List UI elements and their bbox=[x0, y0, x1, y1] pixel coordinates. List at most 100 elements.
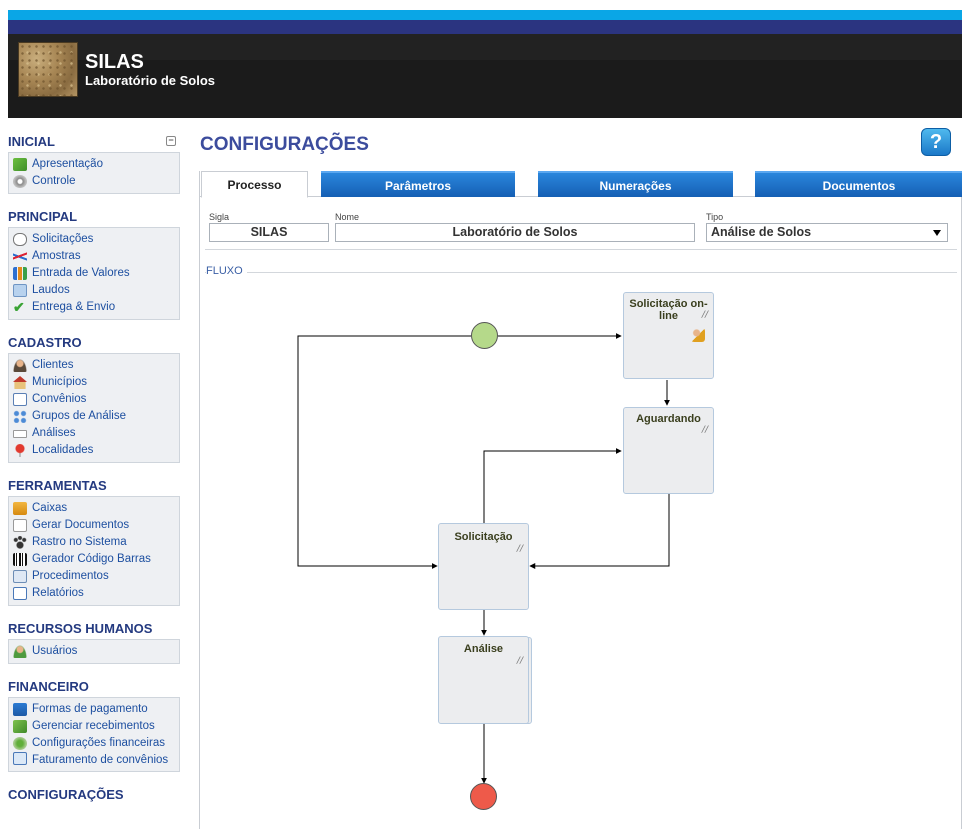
main-panel: CONFIGURAÇÕES ? Processo Parâmetros Nume… bbox=[199, 124, 962, 829]
section-inicial: Apresentação Controle bbox=[8, 152, 180, 194]
flow-node-label: Solicitação on-line bbox=[629, 298, 708, 322]
collapse-icon[interactable]: − bbox=[166, 136, 176, 146]
box-icon bbox=[13, 502, 27, 515]
sidebar-item-clientes[interactable]: Clientes bbox=[13, 357, 175, 374]
sidebar-item-label: Configurações financeiras bbox=[32, 737, 165, 749]
sidebar-item-label: Municípios bbox=[32, 376, 87, 388]
barcode-icon bbox=[13, 553, 27, 566]
page-title: CONFIGURAÇÕES bbox=[200, 134, 369, 155]
edge-aguardando-to-solicitacao bbox=[529, 494, 670, 569]
procedure-icon bbox=[13, 570, 27, 583]
sidebar-item-gerar-documentos[interactable]: Gerar Documentos bbox=[13, 517, 175, 534]
user-edit-icon[interactable] bbox=[691, 328, 705, 342]
flow-node-analise[interactable]: Análise // bbox=[438, 636, 529, 724]
bar-chart-icon bbox=[13, 267, 27, 280]
flow-node-aguardando[interactable]: Aguardando // bbox=[623, 407, 714, 494]
sidebar-item-procedimentos[interactable]: Procedimentos bbox=[13, 568, 175, 585]
sidebar-item-formas-pagamento[interactable]: Formas de pagamento bbox=[13, 701, 175, 718]
sidebar-item-grupos-analise[interactable]: Grupos de Análise bbox=[13, 408, 175, 425]
flow-node-solicitacao-online[interactable]: Solicitação on-line // bbox=[623, 292, 714, 379]
sidebar-item-label: Apresentação bbox=[32, 158, 103, 170]
sidebar-item-label: Grupos de Análise bbox=[32, 410, 126, 422]
sidebar-item-label: Análises bbox=[32, 427, 76, 439]
field-icon bbox=[13, 429, 27, 438]
section-rh-heading: RECURSOS HUMANOS bbox=[8, 621, 180, 637]
sidebar-item-configuracoes-financeiras[interactable]: Configurações financeiras bbox=[13, 735, 175, 752]
report-icon bbox=[13, 284, 27, 297]
flow-node-label: Solicitação bbox=[454, 531, 513, 543]
flow-end-node[interactable] bbox=[470, 783, 497, 810]
flow-node-label: Aguardando bbox=[636, 413, 701, 425]
sidebar-item-gerenciar-recebimentos[interactable]: Gerenciar recebimentos bbox=[13, 718, 175, 735]
section-title: CADASTRO bbox=[8, 335, 82, 350]
sidebar-item-municipios[interactable]: Municípios bbox=[13, 374, 175, 391]
sidebar-item-entrega-envio[interactable]: ✔ Entrega & Envio bbox=[13, 299, 175, 316]
sidebar-item-laudos[interactable]: Laudos bbox=[13, 282, 175, 299]
sidebar-item-label: Controle bbox=[32, 175, 76, 187]
section-cadastro-heading: CADASTRO bbox=[8, 335, 180, 351]
money-icon bbox=[13, 720, 27, 733]
sidebar-item-faturamento-convenios[interactable]: Faturamento de convênios bbox=[13, 752, 175, 768]
sidebar-item-label: Usuários bbox=[32, 645, 78, 657]
section-cadastro: Clientes Municípios Convênios Grupos de … bbox=[8, 353, 180, 463]
sidebar-item-rastro-sistema[interactable]: Rastro no Sistema bbox=[13, 534, 175, 551]
top-navy-bar bbox=[8, 20, 962, 34]
chat-bubbles-icon bbox=[13, 233, 27, 246]
app-subtitle: Laboratório de Solos bbox=[85, 73, 216, 88]
app-title[interactable]: SILAS bbox=[85, 51, 144, 74]
invoice-icon bbox=[13, 752, 27, 765]
edge-solicitacao-to-aguardando bbox=[483, 448, 622, 523]
resize-icon: // bbox=[516, 656, 523, 666]
document-icon bbox=[13, 519, 27, 532]
sidebar-item-apresentacao[interactable]: Apresentação bbox=[13, 156, 175, 173]
house-icon bbox=[13, 376, 27, 389]
sidebar-item-label: Convênios bbox=[32, 393, 87, 405]
presentation-icon bbox=[13, 158, 27, 171]
samples-graph-icon bbox=[13, 250, 27, 263]
sidebar-item-controle[interactable]: Controle bbox=[13, 173, 175, 190]
sidebar-item-label: Formas de pagamento bbox=[32, 703, 148, 715]
sidebar: INICIAL − Apresentação Controle PRINCIPA… bbox=[8, 134, 180, 803]
sidebar-item-amostras[interactable]: Amostras bbox=[13, 248, 175, 265]
flow-start-node[interactable] bbox=[471, 322, 498, 349]
sidebar-item-label: Localidades bbox=[32, 444, 94, 456]
section-inicial-heading: INICIAL − bbox=[8, 134, 180, 150]
top-stripe bbox=[0, 0, 962, 34]
sidebar-item-relatorios[interactable]: Relatórios bbox=[13, 585, 175, 602]
user-icon bbox=[13, 359, 27, 372]
resize-icon: // bbox=[516, 544, 523, 554]
gear-icon bbox=[13, 175, 27, 188]
map-pin-icon bbox=[13, 444, 27, 457]
sidebar-item-label: Solicitações bbox=[32, 233, 94, 245]
header-band bbox=[8, 34, 962, 60]
sidebar-item-label: Gerar Documentos bbox=[32, 519, 130, 531]
section-principal-heading: PRINCIPAL bbox=[8, 209, 180, 225]
soil-logo[interactable] bbox=[18, 42, 78, 97]
flow-diagram bbox=[297, 333, 670, 784]
sidebar-item-analises[interactable]: Análises bbox=[13, 425, 175, 442]
resize-icon: // bbox=[701, 310, 708, 320]
flow-node-solicitacao[interactable]: Solicitação // bbox=[438, 523, 529, 610]
sidebar-item-entrada-valores[interactable]: Entrada de Valores bbox=[13, 265, 175, 282]
sidebar-item-solicitacoes[interactable]: Solicitações bbox=[13, 231, 175, 248]
section-financeiro: Formas de pagamento Gerenciar recebiment… bbox=[8, 697, 180, 772]
section-title: RECURSOS HUMANOS bbox=[8, 621, 153, 636]
sidebar-item-caixas[interactable]: Caixas bbox=[13, 500, 175, 517]
section-title: FINANCEIRO bbox=[8, 679, 89, 694]
groups-arrows-icon bbox=[13, 410, 27, 423]
section-ferramentas-heading: FERRAMENTAS bbox=[8, 478, 180, 494]
sidebar-item-localidades[interactable]: Localidades bbox=[13, 442, 175, 459]
config-content: Processo Parâmetros Numerações Documento… bbox=[199, 171, 962, 829]
user-icon bbox=[13, 645, 27, 658]
section-financeiro-heading: FINANCEIRO bbox=[8, 679, 180, 695]
help-button[interactable]: ? bbox=[921, 128, 951, 156]
sidebar-item-gerador-codigo-barras[interactable]: Gerador Código Barras bbox=[13, 551, 175, 568]
sidebar-item-convenios[interactable]: Convênios bbox=[13, 391, 175, 408]
section-ferramentas: Caixas Gerar Documentos Rastro no Sistem… bbox=[8, 496, 180, 606]
paw-print-icon bbox=[13, 536, 27, 549]
app-header: SILAS Laboratório de Solos bbox=[8, 34, 962, 118]
finance-settings-icon bbox=[13, 737, 27, 750]
sidebar-item-label: Clientes bbox=[32, 359, 74, 371]
sidebar-item-usuarios[interactable]: Usuários bbox=[13, 643, 175, 660]
sidebar-item-label: Entrada de Valores bbox=[32, 267, 130, 279]
